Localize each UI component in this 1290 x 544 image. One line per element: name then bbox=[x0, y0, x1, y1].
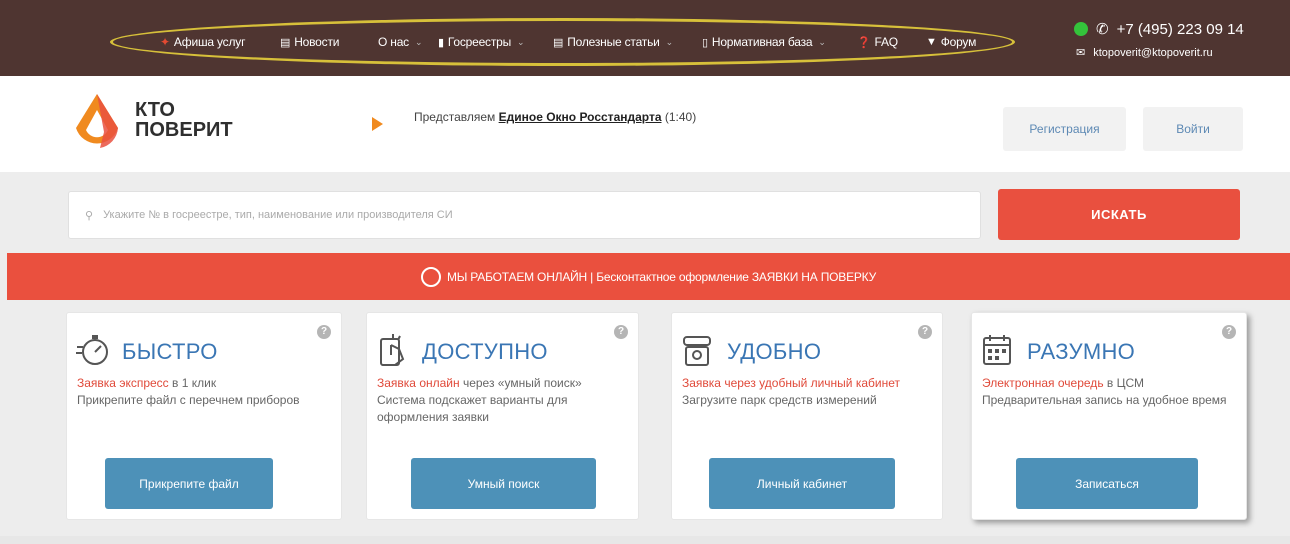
feature-card-accessible: ДОСТУПНО ? Заявка онлайн через «умный по… bbox=[366, 312, 639, 520]
envelope-icon: ✉ bbox=[1076, 47, 1086, 59]
nav-item-faq[interactable]: ❓ FAQ bbox=[857, 35, 898, 49]
help-icon[interactable]: ? bbox=[614, 325, 628, 339]
nav-item-label: Госреестры bbox=[447, 35, 512, 49]
logo-text[interactable]: КТО ПОВЕРИТ bbox=[135, 100, 233, 140]
question-icon: ❓ bbox=[857, 36, 871, 49]
phone-number: +7 (495) 223 09 14 bbox=[1116, 20, 1244, 38]
personal-cabinet-button[interactable]: Личный кабинет bbox=[709, 458, 895, 509]
promo-text: Представляем Единое Окно Росстандарта (1… bbox=[414, 110, 696, 124]
card-text: Предварительная запись на удобное время bbox=[982, 393, 1227, 407]
book-icon: ▮ bbox=[438, 36, 444, 49]
chevron-down-icon: ⌄ bbox=[517, 36, 525, 47]
nav-item-regulations[interactable]: ▯ Нормативная база ⌄ bbox=[702, 35, 826, 49]
card-highlight[interactable]: Заявка через удобный личный кабинет bbox=[682, 376, 900, 390]
card-description: Электронная очередь в ЦСМ Предварительна… bbox=[982, 375, 1237, 409]
top-bar: ✦ Афиша услуг ▤ Новости О нас ⌄ ▮ Госрее… bbox=[0, 0, 1290, 76]
stopwatch-icon bbox=[76, 335, 108, 365]
card-title: БЫСТРО bbox=[122, 339, 218, 364]
chat-icon: ▼ bbox=[926, 36, 937, 48]
nav-item-label: О нас bbox=[378, 35, 409, 49]
touch-icon bbox=[380, 334, 405, 366]
contacts: ✆ +7 (495) 223 09 14 ✉ ktopoverit@ktopov… bbox=[1074, 20, 1244, 59]
card-highlight[interactable]: Электронная очередь bbox=[982, 376, 1104, 390]
search-button[interactable]: ИСКАТЬ bbox=[998, 189, 1240, 240]
promo-duration: (1:40) bbox=[664, 110, 697, 124]
nav-item-label: FAQ bbox=[874, 35, 899, 49]
phone-icon: ✆ bbox=[1096, 21, 1109, 38]
nav-item-label: Форум bbox=[940, 35, 977, 49]
card-text: Загрузите парк средств измерений bbox=[682, 393, 877, 407]
site-header: КТО ПОВЕРИТ Представляем Единое Окно Рос… bbox=[0, 76, 1290, 172]
card-description: Заявка через удобный личный кабинет Загр… bbox=[682, 375, 937, 409]
nav-item-label: Нормативная база bbox=[711, 35, 813, 49]
phone-link[interactable]: ✆ +7 (495) 223 09 14 bbox=[1074, 20, 1244, 38]
search-icon: ⚲ bbox=[85, 209, 94, 222]
search-placeholder: Укажите № в госреестре, тип, наименовани… bbox=[103, 209, 453, 221]
user-cabinet-icon bbox=[683, 336, 711, 366]
card-highlight[interactable]: Заявка онлайн bbox=[377, 376, 460, 390]
email-address: ktopoverit@ktopoverit.ru bbox=[1093, 46, 1213, 59]
logo-icon[interactable] bbox=[70, 92, 124, 150]
play-icon[interactable] bbox=[372, 117, 383, 131]
online-banner[interactable]: МЫ РАБОТАЕМ ОНЛАЙН | Бесконтактное оформ… bbox=[7, 253, 1290, 300]
feature-card-smart: РАЗУМНО ? Электронная очередь в ЦСМ Пред… bbox=[971, 312, 1247, 520]
feature-card-fast: БЫСТРО ? Заявка экспресс в 1 клик Прикре… bbox=[66, 312, 342, 520]
card-description: Заявка онлайн через «умный поиск» Систем… bbox=[377, 375, 632, 426]
page-divider bbox=[0, 536, 1290, 544]
card-highlight-tail: в ЦСМ bbox=[1103, 376, 1145, 390]
email-link[interactable]: ✉ ktopoverit@ktopoverit.ru bbox=[1076, 46, 1244, 60]
banner-text: МЫ РАБОТАЕМ ОНЛАЙН | Бесконтактное оформ… bbox=[446, 269, 877, 284]
chevron-down-icon: ⌄ bbox=[818, 36, 826, 47]
help-icon[interactable]: ? bbox=[1222, 325, 1236, 339]
card-description: Заявка экспресс в 1 клик Прикрепите файл… bbox=[77, 375, 332, 409]
card-highlight[interactable]: Заявка экспресс bbox=[77, 376, 169, 390]
nav-item-forum[interactable]: ▼ Форум bbox=[926, 35, 976, 49]
card-title: УДОБНО bbox=[727, 339, 822, 364]
nav-item-news[interactable]: ▤ Новости bbox=[280, 35, 339, 49]
nav-item-services[interactable]: ✦ Афиша услуг bbox=[160, 35, 245, 49]
newspaper-icon: ▤ bbox=[280, 36, 291, 49]
online-icon bbox=[420, 266, 441, 287]
card-title: РАЗУМНО bbox=[1027, 339, 1136, 364]
promo-link[interactable]: Единое Окно Росстандарта bbox=[499, 110, 662, 124]
chevron-down-icon: ⌄ bbox=[414, 36, 423, 47]
help-icon[interactable]: ? bbox=[918, 325, 932, 339]
document-icon: ▯ bbox=[702, 36, 708, 49]
promo-prefix: Представляем bbox=[414, 110, 496, 124]
card-title: ДОСТУПНО bbox=[422, 339, 548, 364]
smart-search-button[interactable]: Умный поиск bbox=[411, 458, 596, 509]
card-highlight-tail: в 1 клик bbox=[168, 376, 217, 390]
register-button[interactable]: Регистрация bbox=[1003, 107, 1126, 151]
nav-item-registries[interactable]: ▮ Госреестры ⌄ bbox=[438, 35, 525, 49]
star-icon: ✦ bbox=[160, 35, 170, 49]
search-input[interactable]: ⚲ Укажите № в госреестре, тип, наименова… bbox=[68, 191, 981, 239]
chevron-down-icon: ⌄ bbox=[665, 36, 674, 47]
calendar-icon bbox=[983, 335, 1011, 365]
nav-item-about[interactable]: О нас ⌄ bbox=[378, 35, 423, 49]
help-icon[interactable]: ? bbox=[317, 325, 331, 339]
nav-item-label: Афиша услуг bbox=[173, 35, 246, 49]
sign-up-button[interactable]: Записаться bbox=[1016, 458, 1198, 509]
whatsapp-icon bbox=[1074, 22, 1088, 36]
login-button[interactable]: Войти bbox=[1143, 107, 1243, 151]
card-highlight-tail: через «умный поиск» bbox=[459, 376, 582, 390]
logo-line-2: ПОВЕРИТ bbox=[135, 119, 233, 141]
feature-card-convenient: УДОБНО ? Заявка через удобный личный каб… bbox=[671, 312, 943, 520]
nav-item-label: Полезные статьи bbox=[567, 35, 660, 49]
card-text: Система подскажет варианты для оформлени… bbox=[377, 393, 568, 424]
nav-item-articles[interactable]: ▤ Полезные статьи ⌄ bbox=[553, 35, 673, 49]
attach-file-button[interactable]: Прикрепите файл bbox=[105, 458, 273, 509]
logo-line-1: КТО bbox=[135, 99, 175, 121]
card-text: Прикрепите файл с перечнем приборов bbox=[77, 393, 300, 407]
nav-item-label: Новости bbox=[294, 35, 340, 49]
newspaper-icon: ▤ bbox=[553, 36, 564, 49]
